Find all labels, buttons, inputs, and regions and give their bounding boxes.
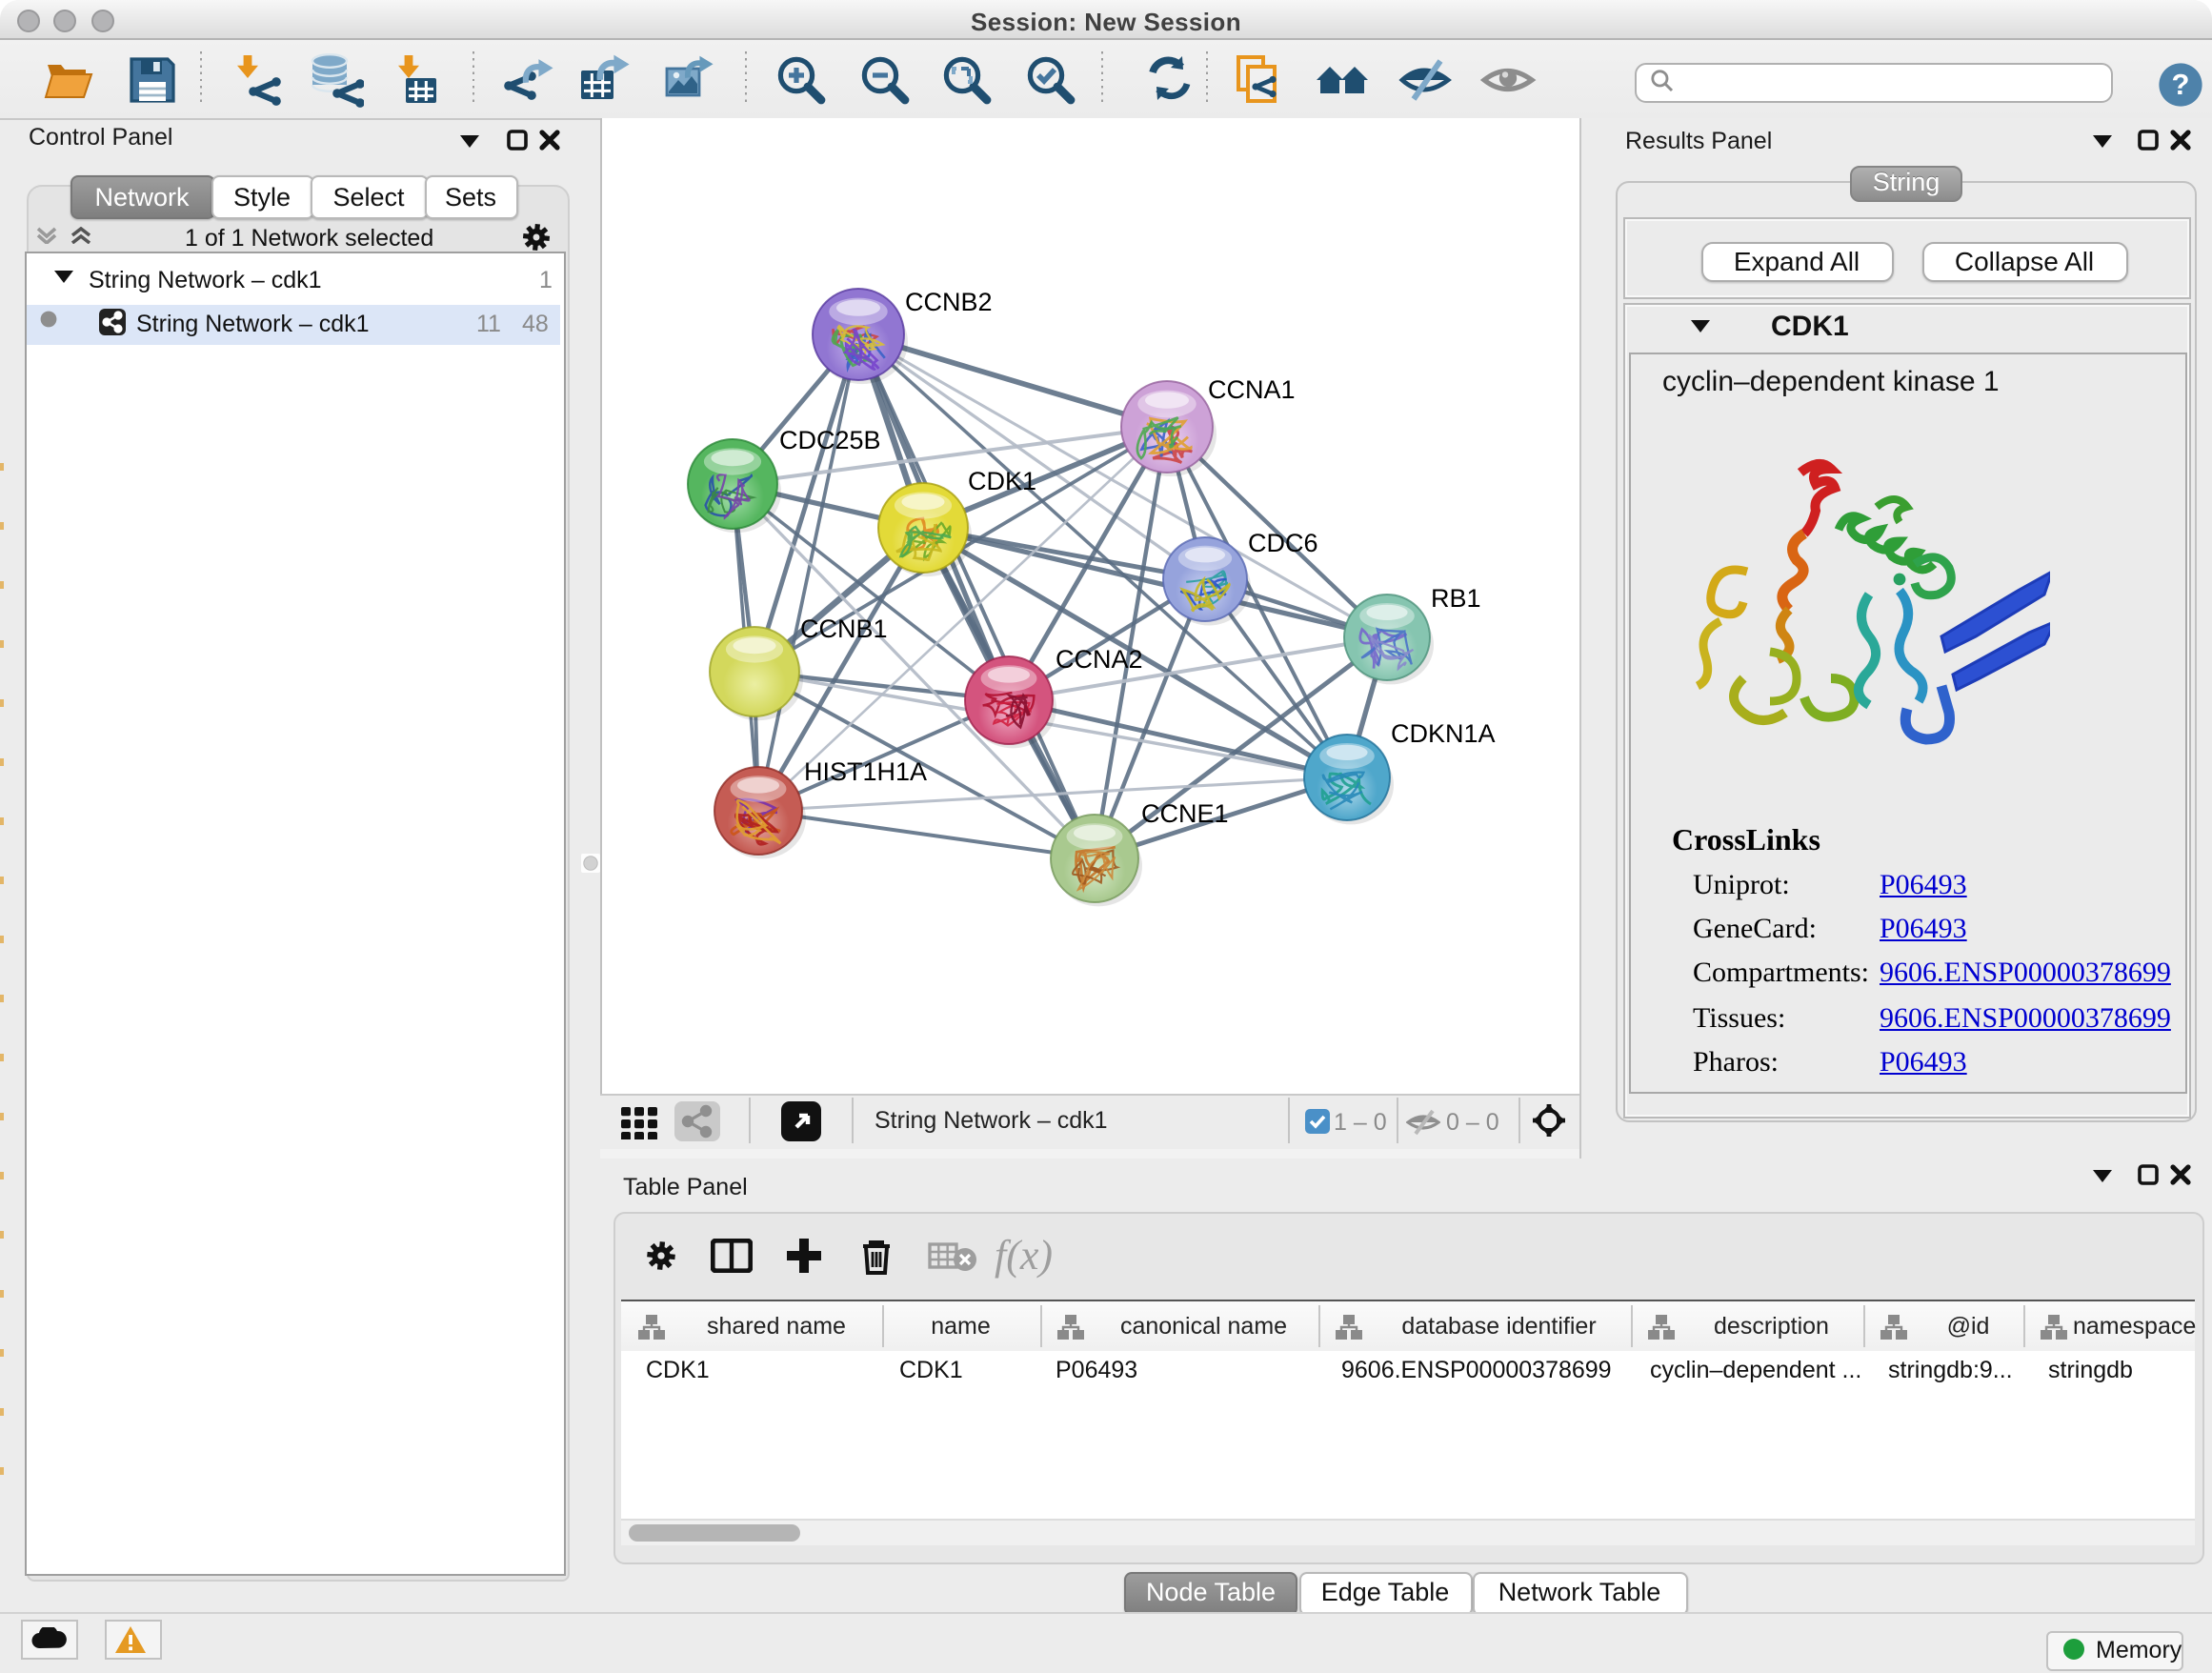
svg-text:CCNA1: CCNA1 bbox=[1208, 374, 1296, 403]
svg-text:HIST1H1A: HIST1H1A bbox=[804, 756, 927, 785]
svg-text:?: ? bbox=[2172, 67, 2190, 100]
svg-text:CDC25B: CDC25B bbox=[779, 425, 881, 454]
svg-text:CDK1: CDK1 bbox=[968, 466, 1036, 494]
svg-text:CCNB2: CCNB2 bbox=[905, 287, 993, 315]
svg-text:CDC6: CDC6 bbox=[1248, 528, 1318, 556]
svg-text:CCNB1: CCNB1 bbox=[800, 614, 888, 642]
svg-text:CCNA2: CCNA2 bbox=[1056, 644, 1143, 673]
svg-text:CCNE1: CCNE1 bbox=[1141, 798, 1229, 827]
svg-text:CDKN1A: CDKN1A bbox=[1391, 718, 1496, 747]
svg-text:RB1: RB1 bbox=[1431, 583, 1481, 612]
